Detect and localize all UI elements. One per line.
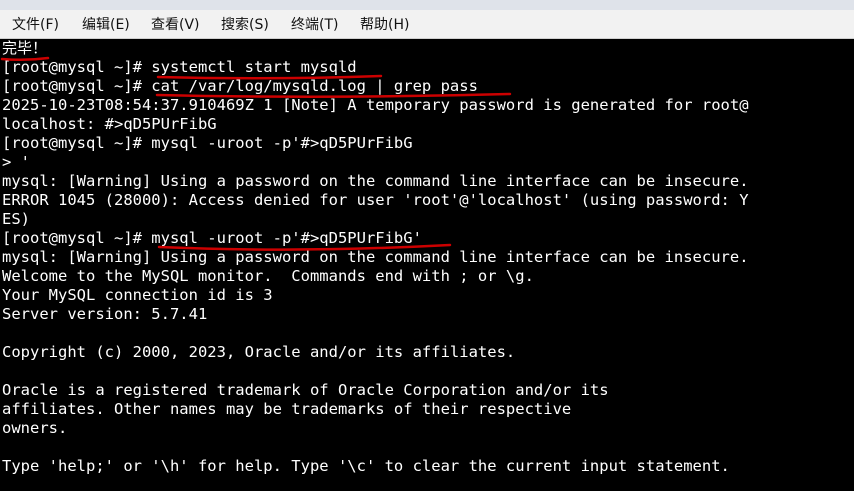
terminal-line-5: localhost: #>qD5PUrFibG: [2, 115, 217, 133]
title-bar[interactable]: [0, 0, 854, 10]
menu-view[interactable]: 查看(V): [149, 15, 202, 35]
terminal-line-7: > ': [2, 153, 30, 171]
terminal-line-19: Oracle is a registered trademark of Orac…: [2, 381, 609, 399]
terminal-line-10: ES): [2, 210, 30, 228]
terminal-window: 文件(F) 编辑(E) 查看(V) 搜索(S) 终端(T) 帮助(H) 完毕！ …: [0, 0, 854, 491]
terminal-output[interactable]: 完毕！ [root@mysql ~]# systemctl start mysq…: [0, 39, 854, 491]
terminal-line-8: mysql: [Warning] Using a password on the…: [2, 172, 749, 190]
menu-help[interactable]: 帮助(H): [358, 15, 411, 35]
terminal-line-1: 完毕！: [2, 39, 48, 57]
menu-bar: 文件(F) 编辑(E) 查看(V) 搜索(S) 终端(T) 帮助(H): [0, 10, 854, 39]
terminal-line-17: Copyright (c) 2000, 2023, Oracle and/or …: [2, 343, 516, 361]
terminal-line-12: mysql: [Warning] Using a password on the…: [2, 248, 749, 266]
terminal-line-9: ERROR 1045 (28000): Access denied for us…: [2, 191, 749, 209]
terminal-line-11: [root@mysql ~]# mysql -uroot -p'#>qD5PUr…: [2, 229, 422, 247]
terminal-line-21: owners.: [2, 419, 68, 437]
terminal-line-2: [root@mysql ~]# systemctl start mysqld: [2, 58, 357, 76]
terminal-line-13: Welcome to the MySQL monitor. Commands e…: [2, 267, 534, 285]
menu-file[interactable]: 文件(F): [10, 15, 61, 35]
terminal-line-4: 2025-10-23T08:54:37.910469Z 1 [Note] A t…: [2, 96, 749, 114]
terminal-line-15: Server version: 5.7.41: [2, 305, 208, 323]
terminal-line-6: [root@mysql ~]# mysql -uroot -p'#>qD5PUr…: [2, 134, 413, 152]
terminal-line-23: Type 'help;' or '\h' for help. Type '\c'…: [2, 457, 730, 475]
terminal-line-20: affiliates. Other names may be trademark…: [2, 400, 572, 418]
terminal-line-14: Your MySQL connection id is 3: [2, 286, 273, 304]
menu-terminal[interactable]: 终端(T): [289, 15, 340, 35]
menu-search[interactable]: 搜索(S): [219, 15, 271, 35]
terminal-line-3: [root@mysql ~]# cat /var/log/mysqld.log …: [2, 77, 478, 95]
menu-edit[interactable]: 编辑(E): [80, 15, 132, 35]
